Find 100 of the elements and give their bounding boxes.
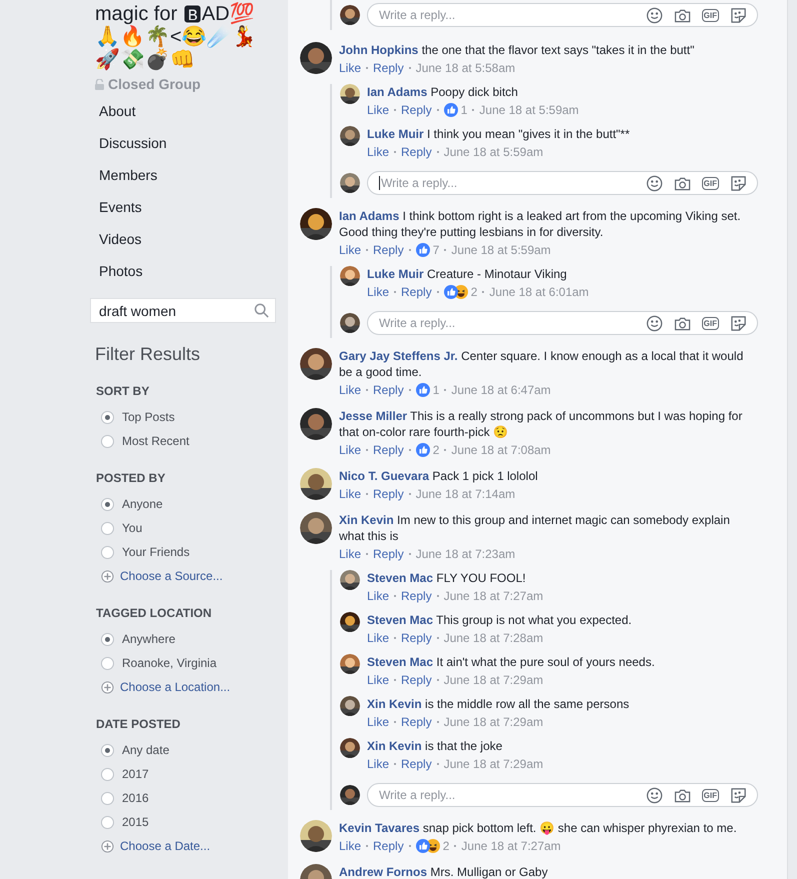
choose-link[interactable]: Choose a Location... <box>120 678 230 696</box>
option-label[interactable]: Roanoke, Virginia <box>122 654 217 672</box>
comment-timestamp[interactable]: June 18 at 7:29am <box>444 714 544 730</box>
like-link[interactable]: Like <box>339 442 362 458</box>
comment-timestamp[interactable]: June 18 at 7:27am <box>444 588 544 604</box>
comment-timestamp[interactable]: June 18 at 7:23am <box>416 546 516 562</box>
group-title[interactable]: magic for 🅱AD💯🙏🔥🌴<😂☄💃🚀💸💣👊 <box>90 3 276 72</box>
sticker-icon[interactable] <box>730 314 747 332</box>
reaction-count[interactable]: 2 <box>442 838 450 854</box>
nav-item[interactable]: About <box>90 96 276 128</box>
author-link[interactable]: Steven Mac <box>367 571 434 585</box>
camera-icon[interactable] <box>674 8 691 22</box>
author-link[interactable]: Luke Muir <box>367 127 424 141</box>
author-link[interactable]: John Hopkins <box>339 43 418 57</box>
comment-timestamp[interactable]: June 18 at 7:14am <box>416 486 516 502</box>
option-label[interactable]: 2016 <box>122 789 149 807</box>
comment-timestamp[interactable]: June 18 at 7:29am <box>444 672 544 688</box>
like-link[interactable]: Like <box>367 102 390 118</box>
radio-button[interactable] <box>101 632 114 646</box>
author-link[interactable]: Andrew Fornos <box>339 865 428 879</box>
comment-timestamp[interactable]: June 18 at 5:59am <box>451 242 551 258</box>
choose-link[interactable]: Choose a Source... <box>120 567 223 585</box>
sticker-icon[interactable] <box>730 786 747 804</box>
author-link[interactable]: Xin Kevin <box>367 739 422 753</box>
emoji-icon[interactable] <box>646 314 663 332</box>
comment-timestamp[interactable]: June 18 at 5:58am <box>416 60 516 76</box>
reply-link[interactable]: Reply <box>401 630 432 646</box>
reply-link[interactable]: Reply <box>373 242 404 258</box>
emoji-icon[interactable] <box>646 174 663 192</box>
reply-field[interactable]: Write a reply... GIF <box>367 783 758 807</box>
comment-timestamp[interactable]: June 18 at 7:28am <box>444 630 544 646</box>
nav-item[interactable]: Photos <box>90 256 276 288</box>
reply-field[interactable]: Write a reply... GIF <box>367 311 758 335</box>
like-link[interactable]: Like <box>367 756 390 772</box>
gif-button[interactable]: GIF <box>702 788 719 802</box>
option-label[interactable]: Most Recent <box>122 432 190 450</box>
radio-button[interactable] <box>101 410 114 424</box>
camera-icon[interactable] <box>674 788 691 802</box>
radio-button[interactable] <box>101 498 114 510</box>
like-link[interactable]: Like <box>339 60 362 76</box>
comment-timestamp[interactable]: June 18 at 5:59am <box>479 102 579 118</box>
radio-button[interactable] <box>101 744 114 756</box>
reaction-count[interactable]: 7 <box>432 242 440 258</box>
author-link[interactable]: Ian Adams <box>367 85 428 99</box>
gif-button[interactable]: GIF <box>702 316 719 330</box>
plus-icon[interactable] <box>101 680 114 694</box>
reaction-count[interactable]: 1 <box>432 382 440 398</box>
radio-button[interactable] <box>101 546 114 558</box>
like-link[interactable]: Like <box>339 242 362 258</box>
like-link[interactable]: Like <box>367 588 390 604</box>
like-link[interactable]: Like <box>339 486 362 502</box>
reply-field[interactable]: Write a reply... GIF <box>367 171 758 195</box>
like-link[interactable]: Like <box>367 630 390 646</box>
gif-button[interactable]: GIF <box>702 176 719 190</box>
comment-timestamp[interactable]: June 18 at 6:47am <box>451 382 551 398</box>
nav-item[interactable]: Members <box>90 160 276 192</box>
author-link[interactable]: Luke Muir <box>367 267 424 281</box>
camera-icon[interactable] <box>674 316 691 330</box>
author-link[interactable]: Ian Adams <box>339 209 400 223</box>
reply-link[interactable]: Reply <box>401 588 432 604</box>
radio-button[interactable] <box>101 434 114 448</box>
like-link[interactable]: Like <box>339 838 362 854</box>
camera-icon[interactable] <box>674 176 691 190</box>
reply-link[interactable]: Reply <box>373 60 404 76</box>
reply-link[interactable]: Reply <box>401 102 432 118</box>
like-link[interactable]: Like <box>367 714 390 730</box>
nav-item[interactable]: Discussion <box>90 128 276 160</box>
author-link[interactable]: Jesse Miller <box>339 409 408 423</box>
author-link[interactable]: Kevin Tavares <box>339 821 420 835</box>
reply-link[interactable]: Reply <box>401 144 432 160</box>
reaction-count[interactable]: 1 <box>460 102 468 118</box>
emoji-icon[interactable] <box>646 786 663 804</box>
reply-link[interactable]: Reply <box>401 672 432 688</box>
search-icon[interactable] <box>254 303 269 318</box>
option-label[interactable]: Any date <box>122 741 170 759</box>
author-link[interactable]: Xin Kevin <box>339 513 394 527</box>
radio-button[interactable] <box>101 768 114 780</box>
comment-timestamp[interactable]: June 18 at 7:29am <box>444 756 544 772</box>
option-label[interactable]: 2015 <box>122 813 149 831</box>
author-link[interactable]: Gary Jay Steffens Jr. <box>339 349 458 363</box>
option-label[interactable]: Anyone <box>122 495 163 513</box>
reaction-count[interactable]: 2 <box>470 284 478 300</box>
plus-icon[interactable] <box>101 840 114 852</box>
reply-field[interactable]: Write a reply... GIF <box>367 3 758 27</box>
reply-link[interactable]: Reply <box>401 284 432 300</box>
like-link[interactable]: Like <box>367 284 390 300</box>
reply-link[interactable]: Reply <box>373 486 404 502</box>
reply-link[interactable]: Reply <box>373 546 404 562</box>
like-link[interactable]: Like <box>339 382 362 398</box>
radio-button[interactable] <box>101 816 114 828</box>
reaction-count[interactable]: 2 <box>432 442 440 458</box>
like-link[interactable]: Like <box>367 672 390 688</box>
comment-timestamp[interactable]: June 18 at 7:08am <box>451 442 551 458</box>
option-label[interactable]: 2017 <box>122 765 149 783</box>
reply-link[interactable]: Reply <box>373 382 404 398</box>
like-link[interactable]: Like <box>339 546 362 562</box>
reply-link[interactable]: Reply <box>373 442 404 458</box>
reply-link[interactable]: Reply <box>401 756 432 772</box>
nav-item[interactable]: Videos <box>90 224 276 256</box>
like-link[interactable]: Like <box>367 144 390 160</box>
